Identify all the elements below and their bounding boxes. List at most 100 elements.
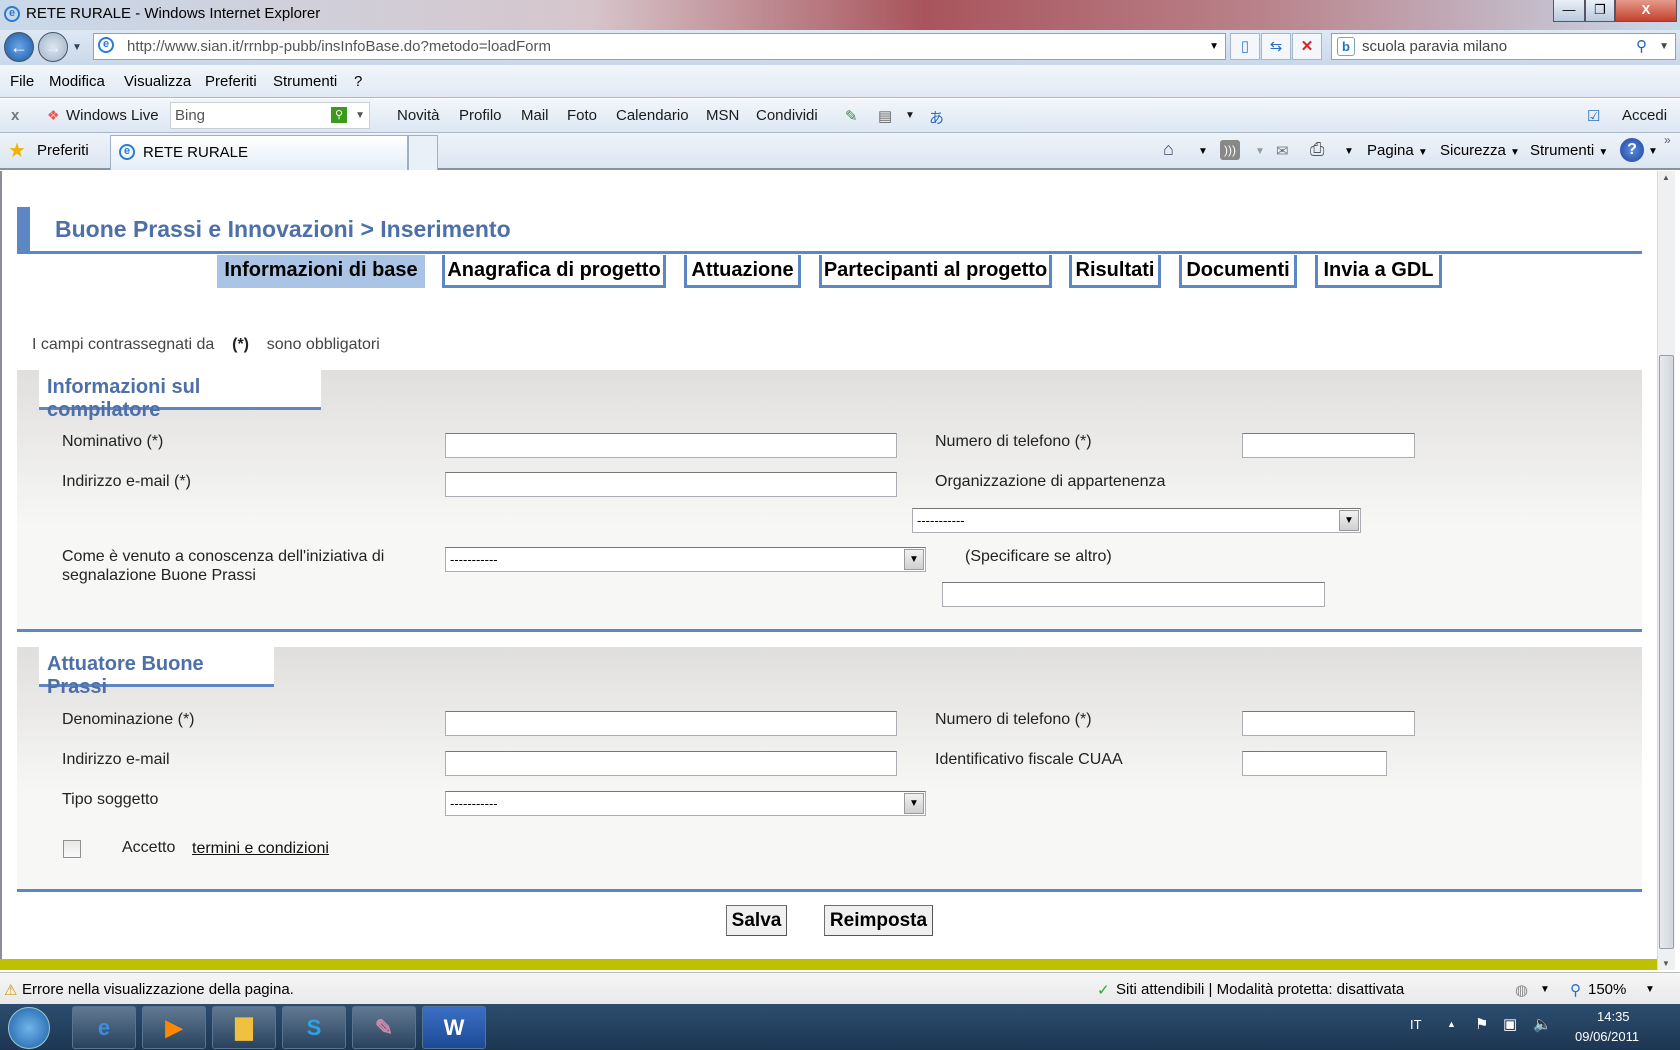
back-button[interactable]: ← bbox=[4, 32, 34, 62]
nominativo-input[interactable] bbox=[445, 433, 897, 458]
scroll-up-icon[interactable]: ▲ bbox=[1662, 173, 1670, 182]
search-icon[interactable]: ⚲ bbox=[1636, 34, 1647, 59]
live-link-mail[interactable]: Mail bbox=[521, 107, 549, 124]
chevron-more-icon[interactable]: » bbox=[1664, 133, 1671, 147]
scroll-down-icon[interactable]: ▼ bbox=[1662, 959, 1670, 968]
favorites-button[interactable]: Preferiti bbox=[37, 142, 89, 159]
browser-tab-active[interactable]: e RETE RURALE bbox=[110, 135, 408, 170]
safety-menu[interactable]: Sicurezza ▼ bbox=[1440, 142, 1520, 159]
zone-text[interactable]: Siti attendibili | Modalità protetta: di… bbox=[1116, 981, 1404, 998]
taskbar-explorer-icon[interactable]: ▇ bbox=[212, 1006, 276, 1049]
menu-modifica[interactable]: Modifica bbox=[49, 73, 105, 90]
minimize-button[interactable]: — bbox=[1553, 0, 1585, 22]
zoom-level[interactable]: 150% bbox=[1588, 981, 1626, 998]
email-input[interactable] bbox=[445, 472, 897, 497]
menu-help[interactable]: ? bbox=[354, 73, 362, 90]
menu-file[interactable]: File bbox=[10, 73, 34, 90]
terms-link[interactable]: termini e condizioni bbox=[192, 840, 329, 858]
action-center-flag-icon[interactable]: ⚑ bbox=[1475, 1015, 1488, 1033]
taskbar-skype-icon[interactable]: S bbox=[282, 1006, 346, 1049]
specificare-input[interactable] bbox=[942, 582, 1325, 607]
clock-time[interactable]: 14:35 bbox=[1597, 1009, 1630, 1024]
organizzazione-select[interactable]: ----------- ▼ bbox=[912, 508, 1361, 533]
print-dropdown-icon[interactable]: ▼ bbox=[1344, 146, 1354, 157]
tools-menu[interactable]: Strumenti ▼ bbox=[1530, 142, 1608, 159]
feeds-icon[interactable]: ))) bbox=[1220, 140, 1240, 160]
cuaa-input[interactable] bbox=[1242, 751, 1387, 776]
zoom-dropdown-icon[interactable]: ▼ bbox=[1645, 984, 1655, 995]
history-dropdown-icon[interactable]: ▼ bbox=[72, 42, 82, 53]
save-button[interactable]: Salva bbox=[726, 905, 787, 936]
signin-link[interactable]: Accedi bbox=[1622, 107, 1667, 124]
volume-icon[interactable]: 🔈 bbox=[1533, 1015, 1552, 1033]
live-link-novita[interactable]: Novità bbox=[397, 107, 440, 124]
reset-button[interactable]: Reimposta bbox=[824, 905, 933, 936]
live-link-calendario[interactable]: Calendario bbox=[616, 107, 689, 124]
clock-date[interactable]: 09/06/2011 bbox=[1575, 1029, 1639, 1044]
note-text: sono obbligatori bbox=[266, 336, 380, 353]
accept-checkbox[interactable] bbox=[63, 840, 81, 858]
address-dropdown-icon[interactable]: ▼ bbox=[1209, 34, 1219, 59]
notes-dropdown-icon[interactable]: ▼ bbox=[905, 110, 915, 121]
show-hidden-icons[interactable]: ▲ bbox=[1447, 1019, 1456, 1029]
mail-icon[interactable]: ✉ bbox=[1276, 142, 1289, 160]
telefono-input[interactable] bbox=[1242, 711, 1415, 736]
feeds-dropdown-icon[interactable]: ▼ bbox=[1255, 146, 1265, 157]
tab-informazioni-di-base[interactable]: Informazioni di base bbox=[217, 255, 425, 288]
bing-search-input[interactable]: Bing ⚲ ▼ bbox=[170, 102, 370, 129]
print-icon[interactable]: ⎙ bbox=[1310, 139, 1324, 160]
live-link-profilo[interactable]: Profilo bbox=[459, 107, 502, 124]
denominazione-input[interactable] bbox=[445, 711, 897, 736]
live-link-msn[interactable]: MSN bbox=[706, 107, 739, 124]
home-dropdown-icon[interactable]: ▼ bbox=[1198, 146, 1208, 157]
forward-button[interactable]: → bbox=[38, 32, 68, 62]
translate-icon[interactable]: あ bbox=[929, 107, 944, 128]
notes-icon[interactable]: ▤ bbox=[878, 107, 892, 125]
taskbar-ie-icon[interactable]: e bbox=[72, 1006, 136, 1049]
network-icon[interactable]: ▣ bbox=[1503, 1015, 1517, 1033]
refresh-icon[interactable]: ⇆ bbox=[1261, 33, 1291, 60]
home-icon[interactable]: ⌂ bbox=[1163, 139, 1174, 160]
tab-attuazione[interactable]: Attuazione bbox=[684, 255, 801, 288]
restore-button[interactable]: ❐ bbox=[1585, 0, 1615, 22]
status-error-text[interactable]: Errore nella visualizzazione della pagin… bbox=[22, 981, 294, 998]
start-button[interactable] bbox=[8, 1007, 50, 1049]
globe-icon[interactable]: ◍ bbox=[1515, 981, 1528, 999]
warning-icon[interactable]: ⚠ bbox=[4, 981, 17, 999]
search-options-icon[interactable]: ▼ bbox=[1659, 34, 1669, 59]
new-tab-button[interactable] bbox=[408, 135, 438, 170]
live-link-condividi[interactable]: Condividi bbox=[756, 107, 818, 124]
close-button[interactable]: X bbox=[1615, 0, 1677, 22]
stop-icon[interactable]: ✕ bbox=[1292, 33, 1322, 60]
tab-risultati[interactable]: Risultati bbox=[1069, 255, 1161, 288]
chevron-down-icon[interactable]: ▼ bbox=[1540, 984, 1550, 995]
menu-strumenti[interactable]: Strumenti bbox=[273, 73, 337, 90]
tab-anagrafica-di-progetto[interactable]: Anagrafica di progetto bbox=[442, 255, 666, 288]
bing-dropdown-icon[interactable]: ▼ bbox=[355, 103, 365, 128]
taskbar-app-icon[interactable]: ✎ bbox=[352, 1006, 416, 1049]
conoscenza-select[interactable]: ----------- ▼ bbox=[445, 547, 926, 572]
menu-visualizza[interactable]: Visualizza bbox=[124, 73, 191, 90]
menu-preferiti[interactable]: Preferiti bbox=[205, 73, 257, 90]
taskbar-media-player-icon[interactable]: ▶ bbox=[142, 1006, 206, 1049]
tab-invia-a-gdl[interactable]: Invia a GDL bbox=[1315, 255, 1442, 288]
help-dropdown-icon[interactable]: ▼ bbox=[1648, 146, 1658, 157]
tab-partecipanti[interactable]: Partecipanti al progetto bbox=[819, 255, 1052, 288]
compatibility-view-icon[interactable]: ▯ bbox=[1230, 33, 1260, 60]
address-bar[interactable]: e http://www.sian.it/rrnbp-pubb/insInfoB… bbox=[93, 33, 1226, 60]
email-input[interactable] bbox=[445, 751, 897, 776]
bing-search-icon[interactable]: ⚲ bbox=[331, 107, 347, 123]
windows-live-label[interactable]: Windows Live bbox=[66, 107, 159, 124]
telefono-input[interactable] bbox=[1242, 433, 1415, 458]
taskbar-word-icon[interactable]: W bbox=[422, 1006, 486, 1049]
scrollbar-thumb[interactable] bbox=[1659, 355, 1674, 949]
blog-icon[interactable]: ✎ bbox=[845, 107, 858, 125]
search-box[interactable]: b scuola paravia milano ⚲ ▼ bbox=[1331, 33, 1676, 60]
close-toolbar-button[interactable]: x bbox=[11, 107, 19, 124]
tab-documenti[interactable]: Documenti bbox=[1179, 255, 1297, 288]
tipo-soggetto-select[interactable]: ----------- ▼ bbox=[445, 791, 926, 816]
help-icon[interactable]: ? bbox=[1620, 138, 1644, 162]
language-indicator[interactable]: IT bbox=[1410, 1017, 1422, 1032]
page-menu[interactable]: Pagina ▼ bbox=[1367, 142, 1428, 159]
live-link-foto[interactable]: Foto bbox=[567, 107, 597, 124]
